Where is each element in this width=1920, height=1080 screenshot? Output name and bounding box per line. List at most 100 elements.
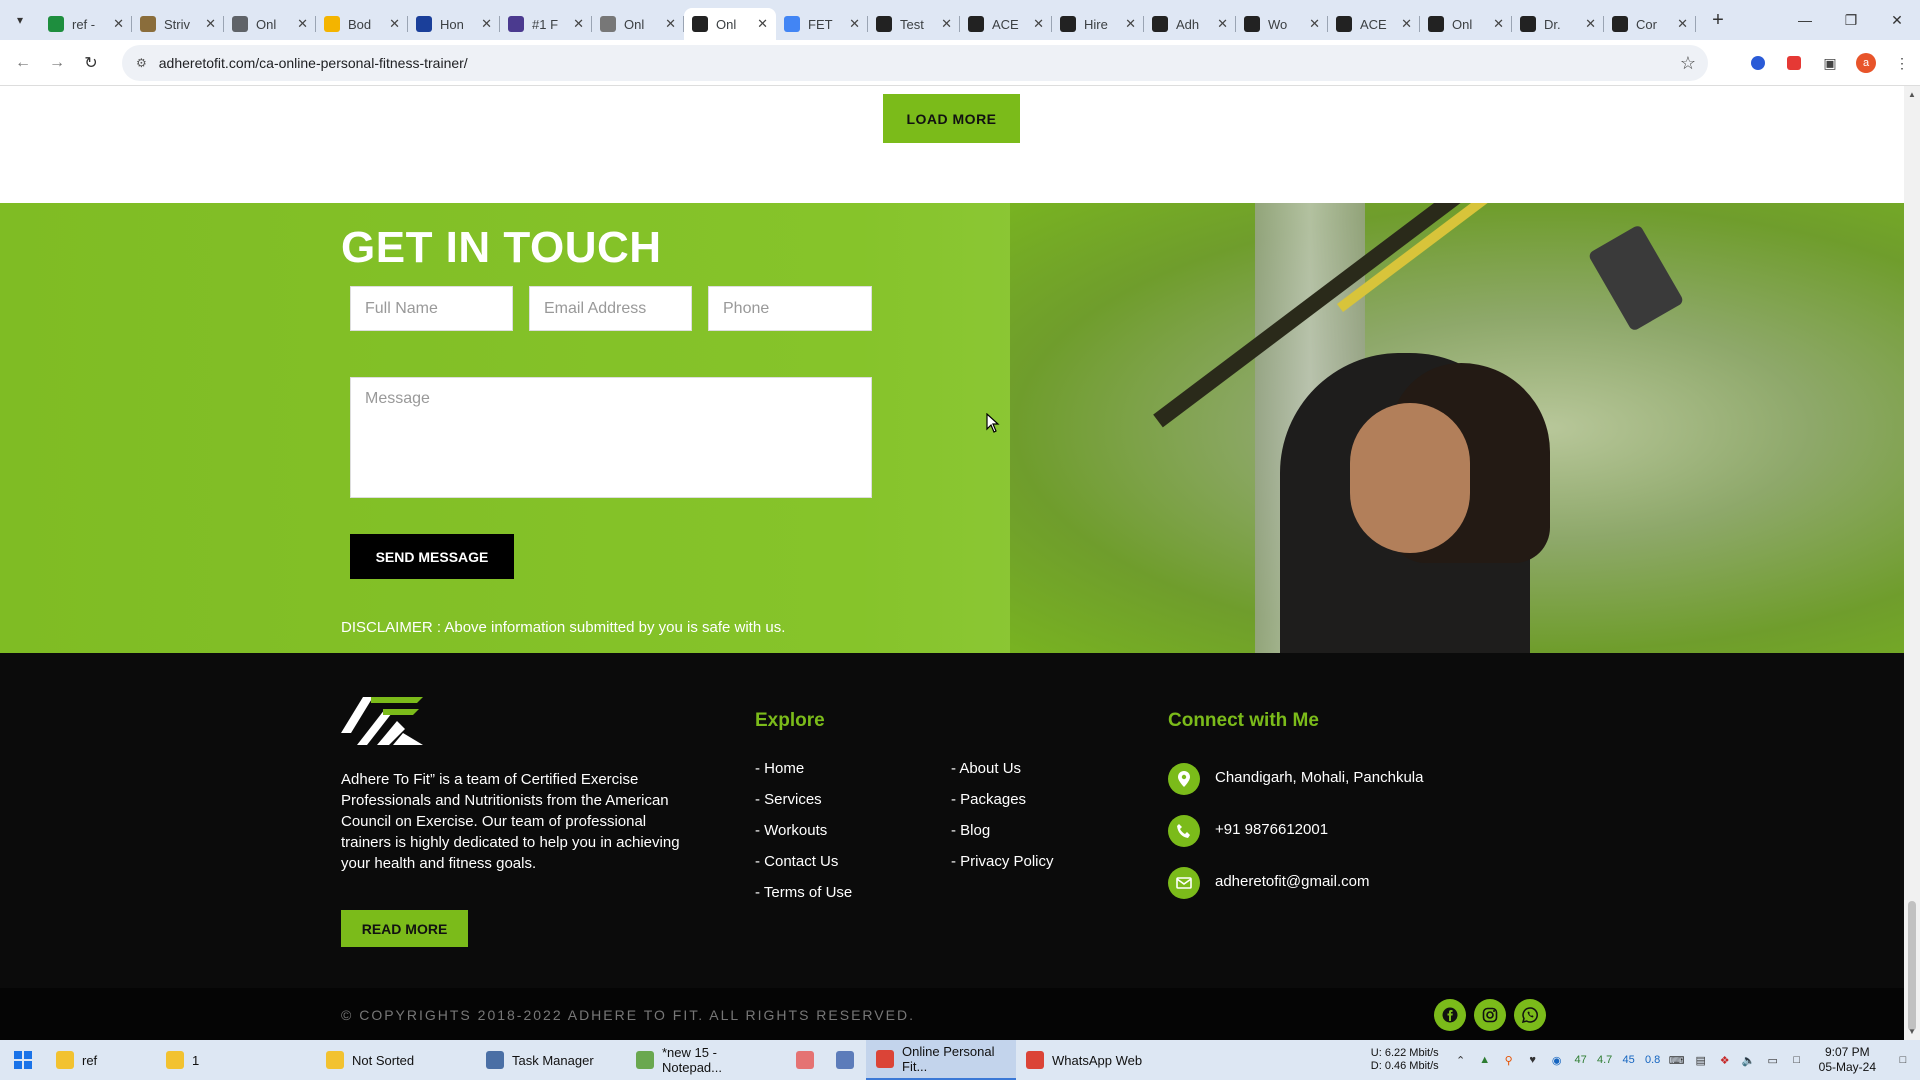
tab-close-icon[interactable]: ✕	[757, 16, 768, 32]
browser-tab[interactable]: ACE ✕	[1328, 8, 1420, 40]
tab-search-icon[interactable]: ▾	[0, 0, 40, 40]
footer-link[interactable]: - Workouts	[755, 822, 827, 839]
bookmark-star-icon[interactable]: ☆	[1680, 53, 1696, 74]
taskbar-item[interactable]: Not Sorted	[316, 1040, 476, 1080]
extension-icon-2[interactable]	[1776, 56, 1812, 70]
browser-tab[interactable]: Hon ✕	[408, 8, 500, 40]
forward-button[interactable]: →	[40, 54, 74, 72]
whatsapp-icon[interactable]	[1514, 999, 1546, 1031]
taskbar-item[interactable]	[786, 1040, 826, 1080]
taskbar-item[interactable]: WhatsApp Web	[1016, 1040, 1166, 1080]
tab-close-icon[interactable]: ✕	[1309, 16, 1320, 32]
tab-close-icon[interactable]: ✕	[389, 16, 400, 32]
back-button[interactable]: ←	[6, 54, 40, 72]
tab-close-icon[interactable]: ✕	[1217, 16, 1228, 32]
phone-text[interactable]: +91 9876612001	[1215, 821, 1328, 838]
restore-button[interactable]: ❐	[1828, 0, 1874, 40]
windows-start-icon[interactable]	[0, 1040, 46, 1080]
browser-tab[interactable]: ACE ✕	[960, 8, 1052, 40]
extensions-puzzle-icon[interactable]: ▣	[1812, 55, 1848, 72]
footer-link[interactable]: - Blog	[951, 822, 990, 839]
read-more-button[interactable]: READ MORE	[341, 910, 468, 947]
browser-tab[interactable]: Cor ✕	[1604, 8, 1696, 40]
email-text[interactable]: adheretofit@gmail.com	[1215, 873, 1369, 890]
taskbar-item[interactable]: Task Manager	[476, 1040, 626, 1080]
adhere-to-fit-logo[interactable]	[341, 693, 423, 749]
message-textarea[interactable]: Message	[350, 377, 872, 498]
page-scrollbar[interactable]: ▲ ▼	[1904, 86, 1920, 1040]
browser-tab[interactable]: Onl ✕	[684, 8, 776, 40]
tab-close-icon[interactable]: ✕	[1401, 16, 1412, 32]
tray-app-icon-5[interactable]: ❖	[1713, 1054, 1737, 1067]
browser-tab[interactable]: Bod ✕	[316, 8, 408, 40]
footer-link[interactable]: - Privacy Policy	[951, 853, 1054, 870]
profile-avatar[interactable]: a	[1848, 53, 1884, 73]
close-window-button[interactable]: ✕	[1874, 0, 1920, 40]
tray-app-icon-2[interactable]: ♥	[1521, 1054, 1545, 1066]
taskbar-item[interactable]	[826, 1040, 866, 1080]
tab-close-icon[interactable]: ✕	[481, 16, 492, 32]
tab-close-icon[interactable]: ✕	[205, 16, 216, 32]
network-icon[interactable]: □	[1785, 1054, 1809, 1066]
reload-button[interactable]: ↻	[74, 53, 108, 73]
footer-link[interactable]: - Packages	[951, 791, 1026, 808]
new-tab-button[interactable]: +	[1704, 9, 1732, 32]
full-name-input[interactable]: Full Name	[350, 286, 513, 331]
scroll-up-arrow-icon[interactable]: ▲	[1908, 90, 1916, 99]
tab-close-icon[interactable]: ✕	[1493, 16, 1504, 32]
footer-link[interactable]: - Terms of Use	[755, 884, 852, 901]
send-message-button[interactable]: SEND MESSAGE	[350, 534, 514, 579]
tab-close-icon[interactable]: ✕	[113, 16, 124, 32]
taskbar-item[interactable]: ref	[46, 1040, 156, 1080]
taskbar-item[interactable]: Online Personal Fit...	[866, 1040, 1016, 1080]
facebook-icon[interactable]	[1434, 999, 1466, 1031]
tray-app-icon-4[interactable]: ▤	[1689, 1054, 1713, 1067]
tab-close-icon[interactable]: ✕	[573, 16, 584, 32]
taskbar-item[interactable]: *new 15 - Notepad...	[626, 1040, 786, 1080]
tray-app-icon-3[interactable]: ◉	[1545, 1054, 1569, 1067]
tab-close-icon[interactable]: ✕	[941, 16, 952, 32]
browser-tab[interactable]: Test ✕	[868, 8, 960, 40]
tab-close-icon[interactable]: ✕	[849, 16, 860, 32]
tray-keyboard-icon[interactable]: ⌨	[1665, 1054, 1689, 1067]
taskbar-item[interactable]: 1	[156, 1040, 316, 1080]
tray-search-icon[interactable]: ⚲	[1497, 1054, 1521, 1067]
browser-tab[interactable]: Hire ✕	[1052, 8, 1144, 40]
load-more-button[interactable]: LOAD MORE	[883, 94, 1020, 143]
extension-icon-1[interactable]	[1740, 56, 1776, 70]
browser-tab[interactable]: Striv ✕	[132, 8, 224, 40]
browser-tab[interactable]: Onl ✕	[592, 8, 684, 40]
notification-center-icon[interactable]: □	[1886, 1054, 1920, 1066]
system-clock[interactable]: 9:07 PM 05-May-24	[1819, 1045, 1876, 1075]
footer-link[interactable]: - Services	[755, 791, 822, 808]
instagram-icon[interactable]	[1474, 999, 1506, 1031]
browser-tab[interactable]: ref - ✕	[40, 8, 132, 40]
browser-tab[interactable]: Onl ✕	[1420, 8, 1512, 40]
tab-close-icon[interactable]: ✕	[1125, 16, 1136, 32]
browser-tab[interactable]: Onl ✕	[224, 8, 316, 40]
minimize-button[interactable]: —	[1782, 0, 1828, 40]
tab-close-icon[interactable]: ✕	[297, 16, 308, 32]
browser-tab[interactable]: FET ✕	[776, 8, 868, 40]
footer-link[interactable]: - Home	[755, 760, 804, 777]
phone-input[interactable]: Phone	[708, 286, 872, 331]
tray-chevron-icon[interactable]: ⌃	[1449, 1054, 1473, 1067]
footer-link[interactable]: - Contact Us	[755, 853, 838, 870]
browser-menu-icon[interactable]: ⋮	[1884, 55, 1920, 72]
battery-icon[interactable]: ▭	[1761, 1054, 1785, 1067]
address-bar[interactable]: ⚙ adheretofit.com/ca-online-personal-fit…	[122, 45, 1708, 81]
browser-tab[interactable]: Wo ✕	[1236, 8, 1328, 40]
tray-app-icon-1[interactable]: ▲	[1473, 1054, 1497, 1066]
site-info-icon[interactable]: ⚙	[136, 56, 147, 70]
scroll-down-arrow-icon[interactable]: ▼	[1908, 1027, 1916, 1036]
tab-close-icon[interactable]: ✕	[1585, 16, 1596, 32]
footer-link[interactable]: - About Us	[951, 760, 1021, 777]
tab-close-icon[interactable]: ✕	[665, 16, 676, 32]
scrollbar-thumb[interactable]	[1908, 901, 1916, 1031]
volume-icon[interactable]: 🔈	[1737, 1054, 1761, 1067]
tab-close-icon[interactable]: ✕	[1677, 16, 1688, 32]
browser-tab[interactable]: #1 F ✕	[500, 8, 592, 40]
tab-close-icon[interactable]: ✕	[1033, 16, 1044, 32]
browser-tab[interactable]: Adh ✕	[1144, 8, 1236, 40]
email-input[interactable]: Email Address	[529, 286, 692, 331]
